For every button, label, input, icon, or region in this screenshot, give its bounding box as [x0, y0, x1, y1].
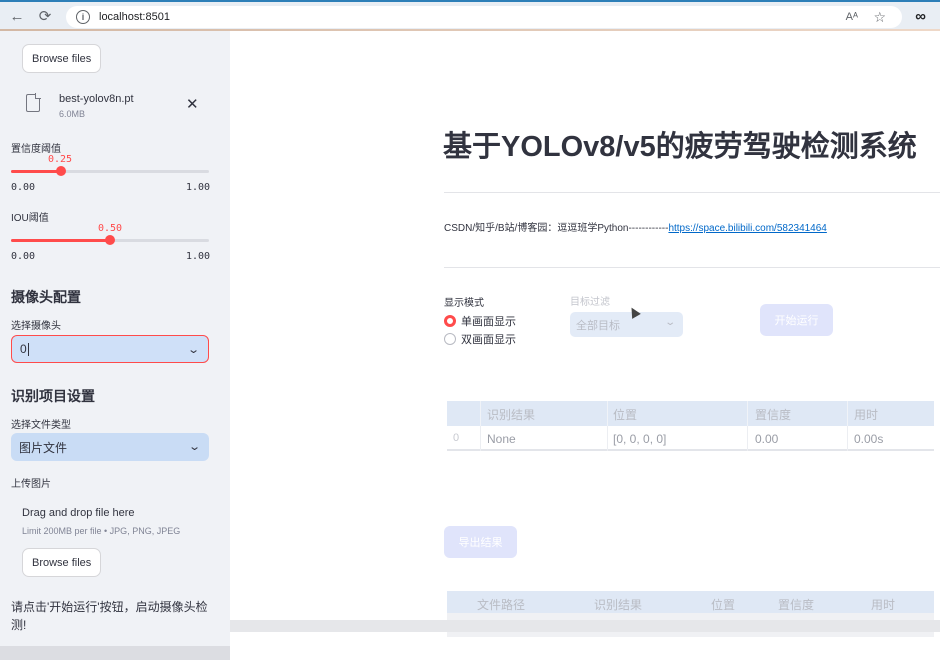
copilot-icon[interactable]: ∞ — [915, 8, 926, 25]
column-separator — [480, 426, 481, 451]
page-title: 基于YOLOv8/v5的疲劳驾驶检测系统 — [443, 131, 917, 163]
favorite-star-icon[interactable]: ☆ — [873, 9, 886, 26]
url-text: localhost:8501 — [99, 11, 170, 23]
target-filter-label: 目标过滤 — [570, 297, 610, 308]
camera-config-heading: 摄像头配置 — [11, 289, 81, 305]
confidence-slider-thumb[interactable] — [55, 166, 66, 176]
uploaded-model-file: best-yolov8n.pt 6.0MB ✕ — [26, 91, 206, 123]
sidebar: Browse files best-yolov8n.pt 6.0MB ✕ 置信度… — [0, 31, 230, 660]
target-filter-select[interactable]: 全部目标 ⌄ — [570, 312, 683, 337]
divider — [444, 192, 940, 193]
footer-band — [230, 620, 940, 632]
camera-select-label: 选择摄像头 — [11, 321, 61, 332]
column-separator — [607, 426, 608, 451]
column-header[interactable]: 识别结果 — [594, 596, 642, 613]
file-type-select[interactable]: 图片文件 ⌄ — [11, 433, 209, 461]
file-icon — [26, 93, 41, 112]
bilibili-link[interactable]: https://space.bilibili.com/582341464 — [668, 223, 826, 234]
iou-label: IOU阈值 — [11, 213, 49, 224]
column-header[interactable]: 用时 — [854, 406, 878, 423]
chevron-down-icon: ⌄ — [186, 344, 200, 356]
table-row[interactable]: 0 None [0, 0, 0, 0] 0.00 0.00s — [447, 426, 934, 451]
back-icon[interactable]: ← — [6, 5, 28, 27]
radio-single-view[interactable]: 单画面显示 — [444, 313, 516, 329]
column-separator — [747, 401, 748, 426]
dropzone-limit-text: Limit 200MB per file • JPG, PNG, JPEG — [22, 526, 181, 536]
column-separator — [847, 401, 848, 426]
column-header[interactable]: 文件路径 — [477, 596, 525, 613]
iou-max: 1.00 — [186, 251, 211, 262]
column-separator — [747, 426, 748, 451]
credit-line: CSDN/知乎/B站/博客园：逗逗班学Python------------htt… — [444, 219, 827, 234]
file-size: 6.0MB — [59, 109, 86, 119]
column-header[interactable]: 识别结果 — [487, 406, 535, 423]
divider — [444, 267, 940, 268]
cell-result: None — [487, 432, 516, 446]
start-run-button[interactable]: 开始运行 — [760, 304, 833, 336]
row-index: 0 — [453, 432, 460, 444]
radio-label: 单画面显示 — [461, 316, 516, 328]
file-name: best-yolov8n.pt — [59, 93, 134, 105]
site-info-icon[interactable]: i — [76, 10, 90, 24]
sidebar-footer-bar — [0, 646, 230, 660]
sidebar-status-message: 请点击'开始运行'按钮，启动摄像头检测! — [11, 600, 208, 632]
dropzone-text[interactable]: Drag and drop file here — [22, 507, 135, 519]
confidence-value: 0.25 — [48, 154, 73, 165]
display-mode-label: 显示模式 — [444, 298, 484, 309]
cell-time: 0.00s — [854, 432, 884, 446]
file-type-select-value: 图片文件 — [19, 440, 68, 455]
remove-file-icon[interactable]: ✕ — [186, 95, 199, 113]
export-results-button[interactable]: 导出结果 — [444, 526, 517, 558]
column-header[interactable]: 位置 — [613, 406, 637, 423]
confidence-slider-fill — [11, 170, 61, 173]
credit-text: CSDN/知乎/B站/博客园：逗逗班学Python------------ — [444, 223, 669, 234]
refresh-icon[interactable]: ⟳ — [34, 5, 56, 27]
radio-selected-icon — [444, 315, 456, 327]
iou-slider-thumb[interactable] — [105, 235, 115, 245]
history-table-header: 文件路径 识别结果 位置 置信度 用时 — [447, 591, 934, 613]
confidence-slider[interactable] — [11, 166, 209, 176]
column-header[interactable]: 置信度 — [755, 406, 791, 423]
confidence-label: 置信度阈值 — [11, 144, 61, 155]
column-separator — [847, 426, 848, 451]
column-header[interactable]: 位置 — [711, 596, 735, 613]
browser-toolbar: ← ⟳ i localhost:8501 Aᴬ ☆ ∞ — [0, 0, 940, 30]
address-bar[interactable]: i localhost:8501 Aᴬ ☆ — [66, 6, 902, 28]
chevron-down-icon: ⌄ — [187, 441, 201, 453]
model-browse-files-button[interactable]: Browse files — [22, 44, 102, 73]
target-filter-value: 全部目标 — [576, 319, 620, 332]
iou-slider-fill — [11, 239, 110, 242]
upload-image-label: 上传图片 — [11, 479, 51, 490]
main-content: 基于YOLOv8/v5的疲劳驾驶检测系统 CSDN/知乎/B站/博客园：逗逗班学… — [230, 31, 940, 660]
iou-slider[interactable] — [11, 235, 209, 245]
radio-unselected-icon — [444, 333, 456, 345]
cell-position: [0, 0, 0, 0] — [613, 432, 667, 446]
file-type-label: 选择文件类型 — [11, 420, 71, 431]
column-separator — [607, 401, 608, 426]
iou-min: 0.00 — [11, 251, 36, 262]
radio-dual-view[interactable]: 双画面显示 — [444, 331, 516, 347]
radio-label: 双画面显示 — [461, 334, 516, 346]
results-table-header: 识别结果 位置 置信度 用时 — [447, 401, 934, 426]
text-caret — [27, 342, 29, 356]
confidence-min: 0.00 — [11, 182, 36, 193]
iou-value: 0.50 — [98, 223, 123, 234]
camera-select[interactable]: 0 ⌄ — [11, 335, 209, 363]
column-header[interactable]: 用时 — [871, 596, 895, 613]
read-aloud-icon[interactable]: Aᴬ — [846, 11, 858, 23]
recognition-settings-heading: 识别项目设置 — [11, 388, 95, 404]
cell-confidence: 0.00 — [755, 432, 779, 446]
chevron-down-icon: ⌄ — [663, 317, 676, 328]
confidence-max: 1.00 — [186, 182, 211, 193]
column-header[interactable]: 置信度 — [778, 596, 814, 613]
camera-select-value: 0 — [20, 342, 27, 356]
column-separator — [480, 401, 481, 426]
image-browse-files-button[interactable]: Browse files — [22, 548, 102, 577]
